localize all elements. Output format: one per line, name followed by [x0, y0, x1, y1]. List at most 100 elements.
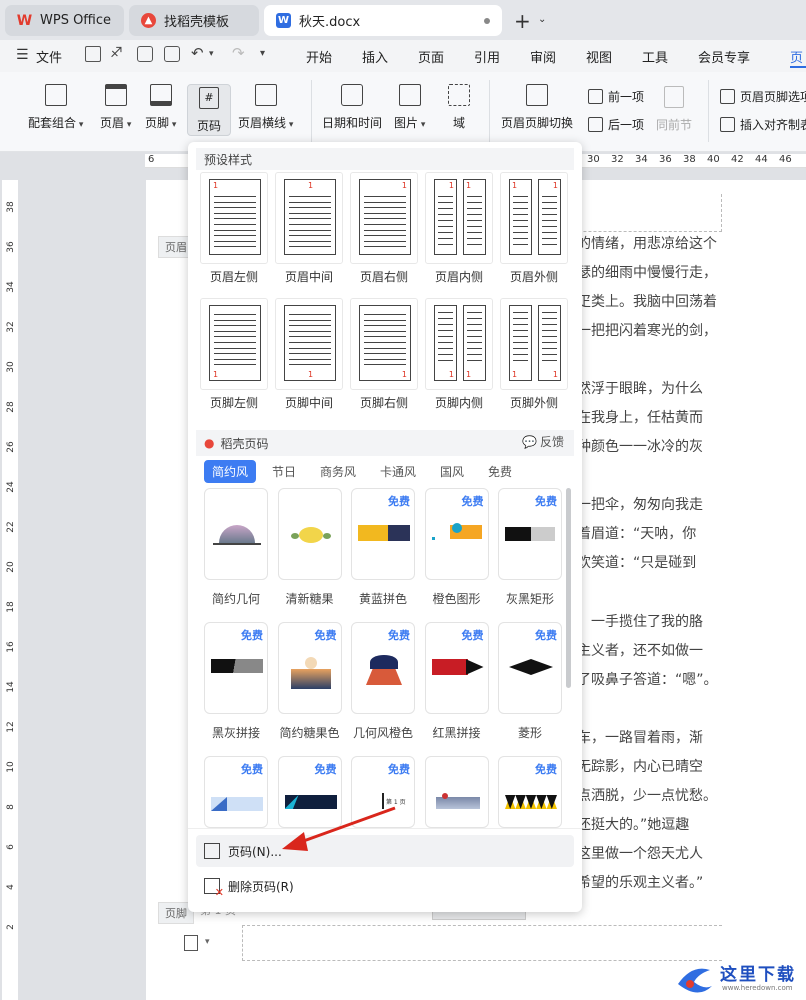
previous-item-button[interactable]: 前一项 [588, 88, 644, 105]
quick-access-chevron-icon[interactable]: ▾ [260, 48, 265, 59]
category-holiday[interactable]: 节日 [264, 460, 304, 483]
switch-icon [526, 84, 548, 106]
header-button[interactable]: 页眉 [100, 84, 131, 131]
page-number-button[interactable]: # 页码 [187, 84, 231, 136]
hamburger-icon[interactable]: ☰ [16, 47, 29, 63]
template-card[interactable]: 免费 [351, 488, 415, 580]
category-business[interactable]: 商务风 [312, 460, 364, 483]
preset-label: 页脚外侧 [509, 396, 558, 410]
menu-header-footer-active[interactable]: 页 [790, 47, 803, 66]
date-time-button[interactable]: 日期和时间 [322, 84, 382, 131]
same-as-previous-icon [664, 86, 684, 108]
template-card[interactable] [204, 488, 268, 580]
header-icon [104, 84, 127, 106]
preset-label: 页眉右侧 [359, 270, 408, 284]
menu-page[interactable]: 页面 [418, 47, 444, 66]
preset-header-inside[interactable]: 11 [425, 172, 493, 264]
vruler-tick: 28 [6, 401, 16, 413]
template-card[interactable]: 免费 [277, 622, 342, 714]
tab-wps-office[interactable]: W WPS Office [5, 5, 124, 36]
picture-button[interactable]: 图片 [394, 84, 425, 131]
preset-footer-left[interactable]: 1 [200, 298, 268, 390]
template-card[interactable]: 免费 [498, 622, 562, 714]
page-number-settings-icon [204, 843, 220, 859]
free-badge: 免费 [241, 763, 263, 776]
vruler-tick: 14 [6, 681, 16, 693]
document-line: 的情绪，用悲凉给这个 [577, 236, 717, 252]
template-label: 简约糖果色 [279, 726, 340, 740]
preset-footer-inside[interactable]: 11 [425, 298, 493, 390]
menu-home[interactable]: 开始 [306, 47, 332, 66]
template-card[interactable] [424, 756, 489, 828]
template-card[interactable]: 免费 [204, 622, 268, 714]
template-card[interactable]: 免费 [351, 622, 415, 714]
category-free[interactable]: 免费 [480, 460, 520, 483]
template-card[interactable]: 免费 [498, 756, 562, 828]
template-card[interactable]: 免费 [204, 756, 268, 828]
footer-button[interactable]: 页脚 [145, 84, 176, 131]
free-badge: 免费 [388, 763, 410, 776]
menu-view[interactable]: 视图 [586, 47, 612, 66]
category-cartoon[interactable]: 卡通风 [372, 460, 424, 483]
header-line-button[interactable]: 页眉横线 [238, 84, 293, 131]
document-line: 了吸鼻子答道：“嗯”。 [577, 672, 718, 688]
delete-page-number-item[interactable]: ✕ 删除页码(R) [196, 870, 574, 902]
undo-icon[interactable]: ↶ [191, 44, 204, 62]
template-label: 灰黑矩形 [505, 592, 554, 606]
daoke-icon: ▲ [141, 13, 156, 28]
format-painter-icon[interactable]: ♐ [110, 45, 123, 61]
preset-footer-right[interactable]: 1 [350, 298, 418, 390]
menu-tools[interactable]: 工具 [642, 47, 668, 66]
paragraph-mark-icon[interactable] [184, 935, 198, 951]
header-footer-options-button[interactable]: 页眉页脚选项 [720, 88, 806, 105]
scrollbar-thumb[interactable] [566, 488, 571, 688]
tab-list-chevron-icon[interactable]: ⌄ [538, 14, 546, 25]
insert-align-tab-button[interactable]: 插入对齐制表 [720, 116, 806, 133]
menu-review[interactable]: 审阅 [530, 47, 556, 66]
save-icon[interactable] [85, 46, 101, 62]
page-number-dropdown: 预设样式 1 页眉左侧 1 页眉中间 1 页眉右侧 1 1 页眉内侧 1 1 页眉外侧 1 页脚左侧 1 页脚… [188, 142, 582, 912]
preset-header-center[interactable]: 1 [275, 172, 343, 264]
template-card[interactable]: 免费 [498, 488, 562, 580]
watermark-title: 这里下载 [720, 965, 796, 985]
new-tab-plus-icon[interactable]: + [514, 9, 531, 33]
category-simple[interactable]: 简约风 [204, 460, 257, 483]
preset-label: 页眉左侧 [209, 270, 258, 284]
template-card[interactable] [277, 488, 342, 580]
category-chinese[interactable]: 国风 [432, 460, 472, 483]
next-item-button[interactable]: 后一项 [588, 116, 644, 133]
tab-daoke-templates[interactable]: ▲ 找稻壳模板 [129, 5, 259, 36]
menu-insert[interactable]: 插入 [362, 47, 388, 66]
calendar-icon [341, 84, 363, 106]
free-badge: 免费 [388, 629, 410, 642]
header-footer-switch-button[interactable]: 页眉页脚切换 [501, 84, 573, 131]
preset-header-right[interactable]: 1 [350, 172, 418, 264]
combo-button[interactable]: 配套组合 [28, 84, 83, 131]
vruler-tick: 16 [6, 641, 16, 653]
menu-member[interactable]: 会员专享 [698, 47, 750, 66]
tab-document[interactable]: W 秋天.docx [264, 5, 502, 36]
print-preview-icon[interactable] [164, 46, 180, 62]
preset-footer-center[interactable]: 1 [275, 298, 343, 390]
template-card[interactable]: 免费 [424, 622, 489, 714]
menu-reference[interactable]: 引用 [474, 47, 500, 66]
preset-header-left[interactable]: 1 [200, 172, 268, 264]
undo-chevron-icon[interactable]: ▾ [209, 49, 214, 59]
word-doc-icon: W [276, 13, 291, 28]
preset-thumbnail: 1 [359, 179, 411, 255]
feedback-link[interactable]: 💬 反馈 [522, 433, 564, 450]
document-line: 主义者，还不如做一 [577, 643, 703, 659]
preset-header-outside[interactable]: 11 [500, 172, 568, 264]
field-button[interactable]: 域 [448, 84, 470, 131]
template-card[interactable]: 免费 [424, 488, 489, 580]
field-icon [448, 84, 470, 106]
vruler-tick: 20 [6, 561, 16, 573]
document-line: 这里做一个怨天尤人 [577, 846, 703, 862]
print-icon[interactable] [137, 46, 153, 62]
menu-file[interactable]: 文件 [36, 47, 62, 66]
free-badge: 免费 [241, 629, 263, 642]
preset-footer-outside[interactable]: 11 [500, 298, 568, 390]
paragraph-chevron-icon[interactable]: ▾ [205, 937, 210, 947]
free-badge: 免费 [535, 629, 557, 642]
vruler-tick: 26 [6, 441, 16, 453]
